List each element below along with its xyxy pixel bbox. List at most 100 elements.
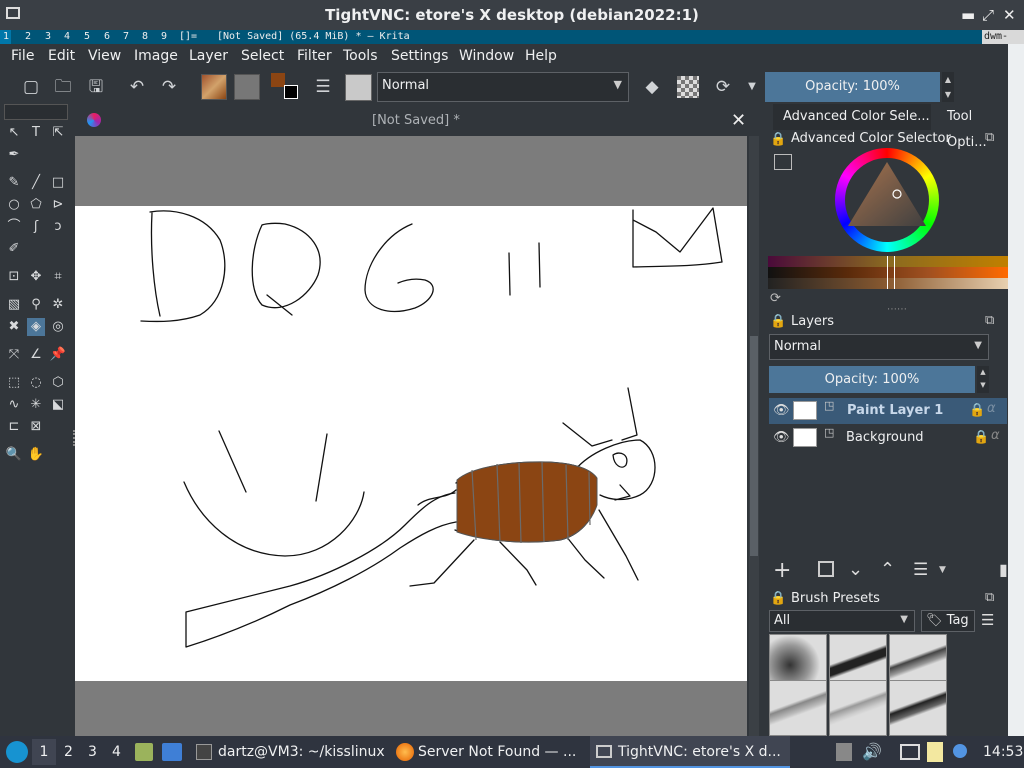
similar-select-tool-icon[interactable]: ⬕ xyxy=(49,396,67,414)
menu-layer[interactable]: Layer xyxy=(189,48,228,64)
ellipse-tool-icon[interactable]: ○ xyxy=(5,196,23,214)
pan-tool-icon[interactable]: ✋ xyxy=(27,446,45,464)
lock-layer-icon[interactable]: 🔒 xyxy=(969,403,985,418)
clipboard-icon[interactable] xyxy=(927,742,943,762)
color-history-bar[interactable] xyxy=(768,256,1008,289)
dwm-tag-3[interactable]: 3 xyxy=(45,30,51,44)
hue-ring[interactable] xyxy=(835,148,939,252)
layer-name[interactable]: Paint Layer 1 xyxy=(847,403,943,418)
lock-layer-icon[interactable]: 🔒 xyxy=(973,430,989,445)
lock-icon[interactable]: 🔒 xyxy=(770,314,786,329)
opacity-slider[interactable]: Opacity: 100% xyxy=(765,72,940,102)
zoom-tool-icon[interactable]: 🔍 xyxy=(5,446,23,464)
edit-shapes-tool-icon[interactable]: ⇱ xyxy=(49,124,67,142)
bezier-select-tool-icon[interactable]: ⊏ xyxy=(5,418,23,436)
text-tool-icon[interactable]: T xyxy=(27,124,45,142)
delete-layer-icon[interactable]: ▮ xyxy=(999,560,1008,579)
task-tightvnc[interactable]: TightVNC: etore's X d... xyxy=(590,736,790,768)
undo-icon[interactable]: ↶ xyxy=(126,76,148,98)
background-color[interactable] xyxy=(284,85,298,99)
freehand-select-tool-icon[interactable]: ∿ xyxy=(5,396,23,414)
rectangle-tool-icon[interactable]: □ xyxy=(49,174,67,192)
layer-blend-select[interactable]: Normal ▼ xyxy=(769,334,989,360)
canvas-vertical-scrollbar[interactable] xyxy=(749,136,759,736)
tab-advanced-color-selector[interactable]: Advanced Color Sele... xyxy=(773,104,931,130)
scrollbar-thumb[interactable] xyxy=(750,336,758,556)
alpha-icon[interactable]: α xyxy=(987,401,996,416)
brush-preset-tile[interactable] xyxy=(889,680,947,736)
bluetooth-icon[interactable] xyxy=(953,744,967,758)
layer-name[interactable]: Background xyxy=(846,430,924,445)
rect-select-tool-icon[interactable]: ⬚ xyxy=(5,374,23,392)
drag-handle[interactable]: ⋯⋯ xyxy=(887,304,907,315)
foreground-color[interactable] xyxy=(271,73,285,87)
saturation-triangle[interactable] xyxy=(835,148,939,252)
workspace-1[interactable]: 1 xyxy=(32,739,56,765)
colorize-mask-tool-icon[interactable]: ✲ xyxy=(49,296,67,314)
enclose-fill-tool-icon[interactable]: ◎ xyxy=(49,318,67,336)
workspace-2[interactable]: 2 xyxy=(64,744,73,760)
layer-properties-icon[interactable]: ☰ xyxy=(913,560,928,580)
visibility-eye-icon[interactable]: 👁 xyxy=(773,430,790,445)
menu-image[interactable]: Image xyxy=(134,48,178,64)
tag-button[interactable]: 🏷 Tag xyxy=(921,610,975,632)
menu-help[interactable]: Help xyxy=(525,48,557,64)
save-icon[interactable]: 🖫 xyxy=(85,76,107,98)
float-docker-icon[interactable]: ⧉ xyxy=(985,590,994,605)
workspace-3[interactable]: 3 xyxy=(88,744,97,760)
calligraphy-tool-icon[interactable]: ✒ xyxy=(5,146,23,164)
redo-icon[interactable]: ↷ xyxy=(158,76,180,98)
brush-preset-tile[interactable] xyxy=(769,680,827,736)
brush-tool-icon[interactable]: ✎ xyxy=(5,174,23,192)
canvas-paper[interactable] xyxy=(75,206,747,681)
dwm-tag-2[interactable]: 2 xyxy=(25,30,31,44)
menu-tools[interactable]: Tools xyxy=(343,48,378,64)
start-menu-icon[interactable] xyxy=(6,741,28,763)
settings-menu-icon[interactable] xyxy=(774,154,792,170)
dwm-tag-5[interactable]: 5 xyxy=(84,30,90,44)
dynamic-brush-tool-icon[interactable]: ↄ xyxy=(49,218,67,236)
magnetic-select-tool-icon[interactable]: ⊠ xyxy=(27,418,45,436)
layer-opacity-slider[interactable]: Opacity: 100% xyxy=(769,366,975,393)
dwm-layout[interactable]: []= xyxy=(179,30,197,44)
opacity-spinner[interactable]: ▲ ▼ xyxy=(942,72,954,102)
polygon-tool-icon[interactable]: ⬠ xyxy=(27,196,45,214)
workspace-4[interactable]: 4 xyxy=(112,744,121,760)
transform-tool-icon[interactable]: ⊡ xyxy=(5,268,23,286)
gradient-swatch[interactable] xyxy=(201,74,227,100)
line-tool-icon[interactable]: ╱ xyxy=(27,174,45,192)
chevron-down-icon[interactable]: ▼ xyxy=(939,565,946,575)
brush-filter-select[interactable]: All ▼ xyxy=(769,610,915,632)
assistant-tool-icon[interactable]: ⤧ xyxy=(5,346,23,364)
pattern-swatch[interactable] xyxy=(234,74,260,100)
dwm-tag-7[interactable]: 7 xyxy=(123,30,129,44)
splitter-handle[interactable] xyxy=(73,430,75,446)
float-docker-icon[interactable]: ⧉ xyxy=(985,130,994,145)
fill-tool-icon[interactable]: ◈ xyxy=(27,318,45,336)
crop-tool-icon[interactable]: ⌗ xyxy=(49,268,67,286)
dwm-tag-1[interactable]: 1 xyxy=(0,30,11,44)
brush-preset-tile[interactable] xyxy=(829,680,887,736)
visibility-eye-icon[interactable]: 👁 xyxy=(773,403,790,418)
smart-patch-tool-icon[interactable]: ✖ xyxy=(5,318,23,336)
menu-settings[interactable]: Settings xyxy=(391,48,448,64)
reference-tool-icon[interactable]: 📌 xyxy=(49,346,67,364)
menu-filter[interactable]: Filter xyxy=(297,48,332,64)
blend-mode-select[interactable]: Normal ▼ xyxy=(377,72,629,102)
lock-icon[interactable]: 🔒 xyxy=(770,132,786,147)
close-document-icon[interactable]: ✕ xyxy=(731,110,746,131)
dwm-tag-4[interactable]: 4 xyxy=(64,30,70,44)
open-folder-icon[interactable]: 🗀 xyxy=(52,76,74,98)
task-terminal[interactable]: dartz@VM3: ~/kisslinux xyxy=(192,736,387,768)
color-picker-tool-icon[interactable]: ⚲ xyxy=(27,296,45,314)
menu-window[interactable]: Window xyxy=(459,48,514,64)
show-desktop-icon[interactable] xyxy=(162,743,182,761)
layer-opacity-spinner[interactable]: ▲ ▼ xyxy=(977,366,989,393)
menu-edit[interactable]: Edit xyxy=(48,48,75,64)
reload-icon[interactable]: ⟳ xyxy=(712,76,734,98)
move-tool-icon[interactable]: ✥ xyxy=(27,268,45,286)
freehand-path-tool-icon[interactable]: ʃ xyxy=(27,218,45,236)
layer-row[interactable]: 👁 ◳ Background 🔒 α xyxy=(769,425,1007,451)
close-button[interactable]: ✕ xyxy=(1003,6,1016,24)
gradient-tool-icon[interactable]: ▧ xyxy=(5,296,23,314)
